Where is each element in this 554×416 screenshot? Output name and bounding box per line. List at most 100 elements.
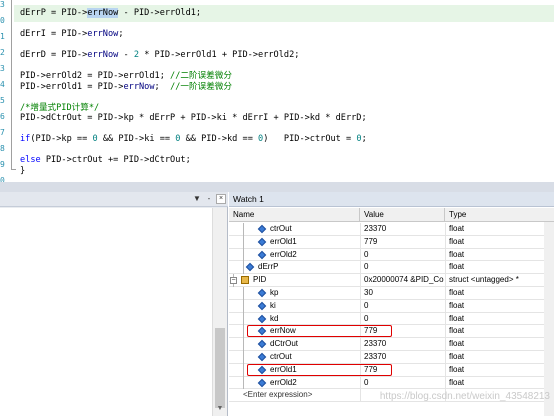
panel-pin-icon[interactable]: ‑ <box>204 194 214 204</box>
watch-row[interactable]: kp 30 float <box>229 287 554 300</box>
watch-row[interactable]: kd 0 float <box>229 312 554 326</box>
line-number: 6 <box>0 112 5 121</box>
code-line[interactable]: dErrP = PID->errNow - PID->errOld1; <box>20 5 201 21</box>
line-number: 0 <box>0 176 5 182</box>
code-token: errNow <box>87 50 119 60</box>
watch-type-cell: float <box>445 312 554 326</box>
scroll-down-icon[interactable]: ▼ <box>215 404 225 414</box>
watch-value-cell[interactable]: 23370 <box>360 223 444 236</box>
watch-rows: ctrOut 23370 float errOld1 779 float errOld2 0 f… <box>229 223 554 416</box>
code-line[interactable]: dErrI = PID->errNow; <box>20 26 124 42</box>
left-panel-content <box>0 208 212 416</box>
tree-guide <box>243 312 244 326</box>
watch-scrollbar[interactable] <box>544 222 554 416</box>
column-name-header[interactable]: Name <box>229 208 360 222</box>
watch-type-cell: float <box>445 223 554 236</box>
watch-value-cell[interactable]: 0 <box>360 248 444 262</box>
watch-value-cell[interactable]: 0 <box>360 299 444 313</box>
collapse-icon[interactable]: − <box>230 277 237 285</box>
code-token: ; <box>154 81 171 92</box>
watch-row[interactable]: errOld2 0 float <box>229 248 554 262</box>
watch-value-cell[interactable]: 30 <box>360 287 444 300</box>
scroll-thumb[interactable] <box>215 328 225 408</box>
watch-row[interactable]: ctrOut 23370 float <box>229 351 554 364</box>
code-editor[interactable]: 3012345678901dErrP = PID->errNow - PID->… <box>0 0 554 182</box>
watch-name-cell: errOld1 <box>229 235 359 249</box>
code-token: //一阶误差微分 <box>170 81 232 92</box>
watch-value-cell[interactable]: 0x20000074 &PID_Con... <box>360 274 444 287</box>
code-token: PID->dCtrOut = PID->kp * dErrP + PID->ki… <box>20 113 367 123</box>
code-line[interactable]: } <box>20 163 25 179</box>
watch-name-cell: kp <box>229 287 359 300</box>
code-token: PID->ctrOut += PID->dCtrOut; <box>40 155 191 165</box>
watermark-text: https://blog.csdn.net/weixin_43548213 <box>379 391 550 402</box>
watch-row[interactable]: dErrP 0 float <box>229 261 554 275</box>
watch-row[interactable]: − PID 0x20000074 &PID_Con...struct <untagg… <box>229 274 554 287</box>
watch-value-cell[interactable]: 23370 <box>360 338 444 351</box>
variable-icon <box>257 301 267 311</box>
tree-guide <box>243 287 244 300</box>
watch-name-cell: errOld2 <box>229 248 359 262</box>
watch-value-cell[interactable]: 779 <box>360 235 444 249</box>
column-value-header[interactable]: Value <box>360 208 445 222</box>
watch-type-cell: float <box>445 376 554 390</box>
watch-type-cell: float <box>445 235 554 249</box>
column-type-header[interactable]: Type <box>445 208 554 222</box>
watch-type-cell: float <box>445 351 554 364</box>
watch-variable-name: ctrOut <box>270 224 292 233</box>
watch-row[interactable]: ki 0 float <box>229 299 554 313</box>
line-number: 7 <box>0 128 5 137</box>
watch-row[interactable]: errOld2 0 float <box>229 376 554 390</box>
watch-name-cell: errOld2 <box>229 376 359 390</box>
watch-value-cell[interactable]: 0 <box>360 261 444 275</box>
code-line[interactable]: PID->dCtrOut = PID->kp * dErrP + PID->ki… <box>20 110 367 126</box>
watch-row[interactable]: errNow 779 float <box>229 325 554 339</box>
watch-name-cell: kd <box>229 312 359 326</box>
variable-icon <box>257 378 267 387</box>
watch-type-cell: float <box>445 363 554 377</box>
code-line[interactable]: PID->errOld1 = PID->errNow; //一阶误差微分 <box>20 79 232 95</box>
highlight-box <box>247 325 392 338</box>
panel-menu-icon[interactable]: ▼ <box>192 194 202 204</box>
line-number: 1 <box>0 32 5 41</box>
variable-icon <box>257 237 267 247</box>
watch-row[interactable]: dCtrOut 23370 float <box>229 338 554 351</box>
watch-title: Watch 1 <box>233 194 264 204</box>
variable-icon <box>245 263 255 272</box>
watch-type-cell: float <box>445 299 554 313</box>
variable-icon <box>257 224 267 234</box>
watch-value-cell[interactable]: 23370 <box>360 351 444 364</box>
panel-close-icon[interactable]: × <box>216 194 226 204</box>
watch-type-cell: float <box>445 338 554 351</box>
variable-icon <box>257 339 267 349</box>
watch-row[interactable]: errOld1 779 float <box>229 363 554 377</box>
watch-value-cell[interactable]: 0 <box>360 312 444 326</box>
pane-splitter[interactable] <box>0 182 554 192</box>
watch-name-cell: − PID <box>229 274 359 287</box>
watch-name-cell: dCtrOut <box>229 338 359 351</box>
watch-row[interactable]: errOld1 779 float <box>229 235 554 249</box>
watch-variable-name: dErrP <box>258 262 279 272</box>
code-line[interactable]: else PID->ctrOut += PID->dCtrOut; <box>20 152 191 168</box>
code-line[interactable]: dErrD = PID->errNow - 2 * PID->errOld1 +… <box>20 47 299 63</box>
code-token: dErrP = PID-> <box>20 8 88 18</box>
left-panel-scrollbar[interactable]: ▼ <box>212 208 227 416</box>
code-token: - PID->errOld1; <box>118 8 202 18</box>
code-line[interactable]: if(PID->kp == 0 && PID->ki == 0 && PID->… <box>20 131 367 147</box>
code-token: ) PID->ctrOut = <box>263 134 357 144</box>
watch-value-cell[interactable]: 0 <box>360 376 444 390</box>
code-token: errNow <box>87 8 119 18</box>
line-number: 3 <box>0 64 5 73</box>
line-number: 0 <box>0 16 5 25</box>
line-number: 4 <box>0 80 5 89</box>
code-token: && PID->ki == <box>97 134 176 144</box>
highlight-box <box>247 363 392 376</box>
watch-row[interactable]: ctrOut 23370 float <box>229 223 554 236</box>
watch-name-cell: ki <box>229 299 359 313</box>
code-token: } <box>20 165 26 176</box>
watch-type-cell: float <box>445 287 554 300</box>
tree-guide <box>243 261 244 275</box>
code-token: errNow <box>87 29 119 39</box>
code-token: ; <box>118 29 124 39</box>
tree-guide <box>243 248 244 262</box>
